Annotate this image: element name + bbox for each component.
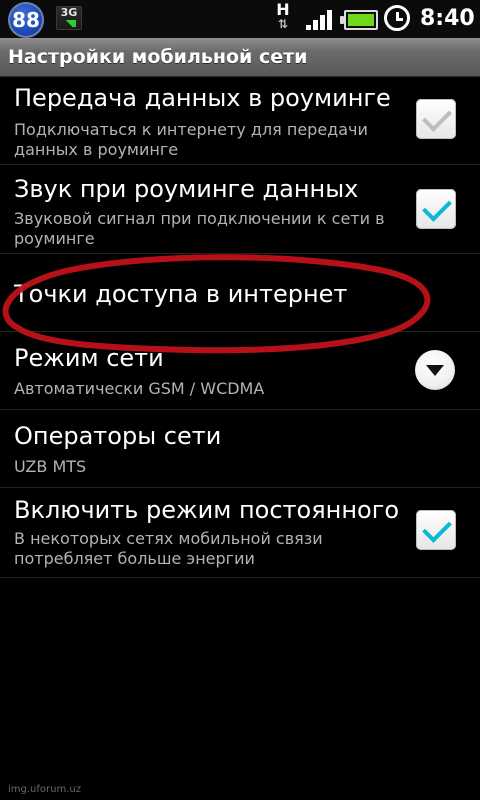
chevron-down-icon [426, 365, 444, 376]
3g-icon: 3G [56, 6, 82, 30]
checkmark-icon [422, 192, 452, 222]
watermark: img.uforum.uz [8, 784, 81, 795]
access-points-item[interactable]: Точки доступа в интернет [0, 254, 480, 332]
data-roaming-checkbox[interactable] [416, 99, 456, 139]
status-bar: 88 3G H ⇅ 8:40 [0, 0, 480, 38]
roaming-sound-checkbox[interactable] [416, 189, 456, 229]
network-type-label: H [276, 0, 290, 19]
data-arrows-icon: H ⇅ [272, 2, 294, 36]
data-roaming-summary: Подключаться к интернету для передачи да… [14, 120, 368, 159]
checkmark-icon [422, 513, 452, 543]
signal-icon [306, 8, 334, 30]
network-operators-item[interactable]: Операторы сети UZB MTS [0, 410, 480, 488]
network-mode-summary: Автоматически GSM / WCDMA [14, 379, 265, 398]
always-on-summary: В некоторых сетях мобильной связи потреб… [14, 529, 323, 568]
network-mode-item[interactable]: Режим сети Автоматически GSM / WCDMA [0, 332, 480, 410]
always-on-item[interactable]: Включить режим постоянного п В некоторых… [0, 488, 480, 578]
status-time: 8:40 [420, 6, 475, 31]
network-operators-title: Операторы сети [14, 422, 222, 450]
access-points-title: Точки доступа в интернет [14, 280, 348, 308]
data-roaming-title: Передача данных в роуминге [14, 84, 391, 112]
battery-icon [340, 10, 378, 30]
roaming-sound-summary: Звуковой сигнал при подключении к сети в… [14, 209, 385, 248]
data-activity-icon: ⇅ [277, 17, 289, 31]
3g-signal-mini-icon [62, 20, 76, 27]
checkmark-icon [422, 102, 452, 132]
network-mode-dropdown[interactable] [415, 350, 455, 390]
data-roaming-item[interactable]: Передача данных в роуминге Подключаться … [0, 76, 480, 165]
network-operators-summary: UZB MTS [14, 457, 87, 476]
page-title: Настройки мобильной сети [8, 46, 308, 68]
settings-header: Настройки мобильной сети [0, 38, 480, 77]
always-on-title: Включить режим постоянного п [14, 496, 400, 524]
roaming-sound-item[interactable]: Звук при роуминге данных Звуковой сигнал… [0, 165, 480, 254]
3g-label: 3G [60, 6, 78, 19]
network-mode-title: Режим сети [14, 344, 164, 372]
alarm-icon [384, 5, 410, 31]
always-on-checkbox[interactable] [416, 510, 456, 550]
roaming-sound-title: Звук при роуминге данных [14, 175, 359, 203]
notification-badge-icon[interactable]: 88 [8, 2, 44, 38]
